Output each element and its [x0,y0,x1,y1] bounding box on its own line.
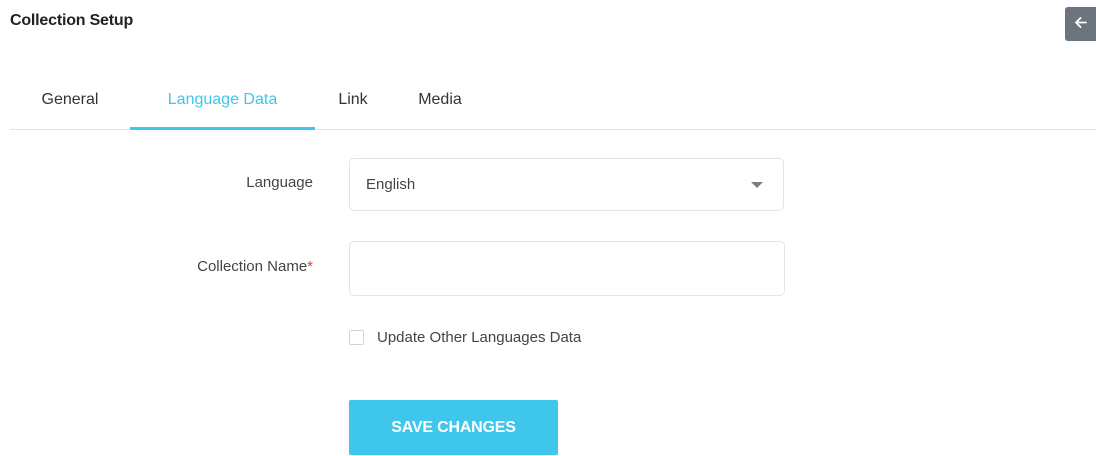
save-changes-button[interactable]: SAVE CHANGES [349,400,558,455]
update-other-languages-checkbox[interactable] [349,329,364,345]
tab-bar: General Language Data Link Media [10,77,1096,130]
back-button[interactable] [1065,7,1096,41]
arrow-left-icon [1074,15,1087,33]
page-title: Collection Setup [10,12,134,29]
collection-name-label-text: Collection Name [197,258,308,275]
tab-language-data[interactable]: Language Data [130,77,315,130]
update-other-languages-label: Update Other Languages Data [377,328,582,346]
language-label: Language [246,174,313,191]
required-asterisk: * [307,258,313,275]
collection-name-label: Collection Name* [113,258,313,275]
update-other-languages-row[interactable]: Update Other Languages Data [349,327,581,347]
language-select[interactable]: English [349,158,784,211]
tab-media[interactable]: Media [391,77,489,128]
tab-general[interactable]: General [10,77,130,128]
tab-link[interactable]: Link [315,77,391,128]
collection-name-input[interactable] [349,241,785,296]
caret-down-icon [751,182,763,188]
language-select-value: English [366,176,416,193]
